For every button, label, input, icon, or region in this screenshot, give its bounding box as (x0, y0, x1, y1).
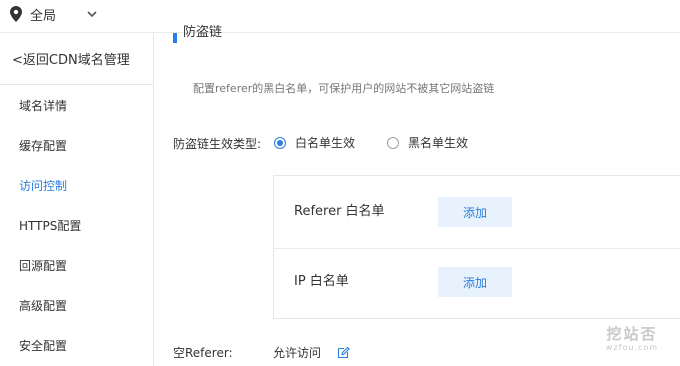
region-selector[interactable]: 全局 (10, 3, 98, 25)
ip-whitelist-label: IP 白名单 (294, 274, 349, 289)
radio-whitelist[interactable]: 白名单生效 (274, 134, 355, 151)
referer-whitelist-add-button[interactable]: 添加 (438, 197, 512, 227)
empty-referer-label: 空Referer: (173, 346, 233, 360)
region-label: 全局 (30, 8, 57, 24)
watermark: 挖站否 wzfou.com (596, 325, 668, 357)
main-content: 防盗链 配置referer的黑白名单，可保护用户的网站不被其它网站盗链 防盗链生… (154, 25, 680, 366)
sidebar-item-access-control[interactable]: 访问控制 (19, 177, 67, 195)
empty-referer-value: 允许访问 (273, 346, 322, 360)
sidebar-item-cache-config[interactable]: 缓存配置 (19, 137, 67, 155)
top-bar: 全局 (0, 0, 680, 33)
sidebar-item-origin-config[interactable]: 回源配置 (19, 257, 67, 275)
watermark-main: 挖站否 (606, 325, 658, 343)
section-description: 配置referer的黑白名单，可保护用户的网站不被其它网站盗链 (193, 82, 495, 95)
sidebar-item-advanced-config[interactable]: 高级配置 (19, 297, 67, 315)
back-to-cdn-domain-management-link[interactable]: <返回CDN域名管理 (0, 33, 153, 85)
sidebar-item-https-config[interactable]: HTTPS配置 (19, 217, 81, 235)
whitelist-box: Referer 白名单 添加 IP 白名单 添加 (273, 175, 680, 319)
hotlink-type-label: 防盗链生效类型: (173, 137, 262, 151)
section-title: 防盗链 (183, 25, 223, 40)
sidebar-item-security-config[interactable]: 安全配置 (19, 337, 67, 355)
chevron-down-icon (87, 11, 97, 18)
referer-whitelist-label: Referer 白名单 (294, 204, 385, 219)
sidebar-item-domain-details[interactable]: 域名详情 (19, 97, 67, 115)
watermark-sub: wzfou.com (605, 343, 659, 352)
radio-blacklist[interactable]: 黑名单生效 (387, 134, 468, 151)
radio-whitelist-label: 白名单生效 (295, 136, 356, 150)
sidebar: <返回CDN域名管理 域名详情 缓存配置 访问控制 HTTPS配置 回源配置 高… (0, 33, 154, 366)
list-divider (274, 248, 680, 249)
radio-blacklist-label: 黑名单生效 (408, 136, 469, 150)
ip-whitelist-add-button[interactable]: 添加 (438, 267, 512, 297)
radio-blacklist-indicator[interactable] (387, 136, 399, 149)
map-pin-icon (10, 6, 22, 22)
radio-whitelist-indicator[interactable] (274, 136, 286, 149)
section-title-marker (173, 33, 177, 43)
edit-icon[interactable] (337, 346, 350, 359)
